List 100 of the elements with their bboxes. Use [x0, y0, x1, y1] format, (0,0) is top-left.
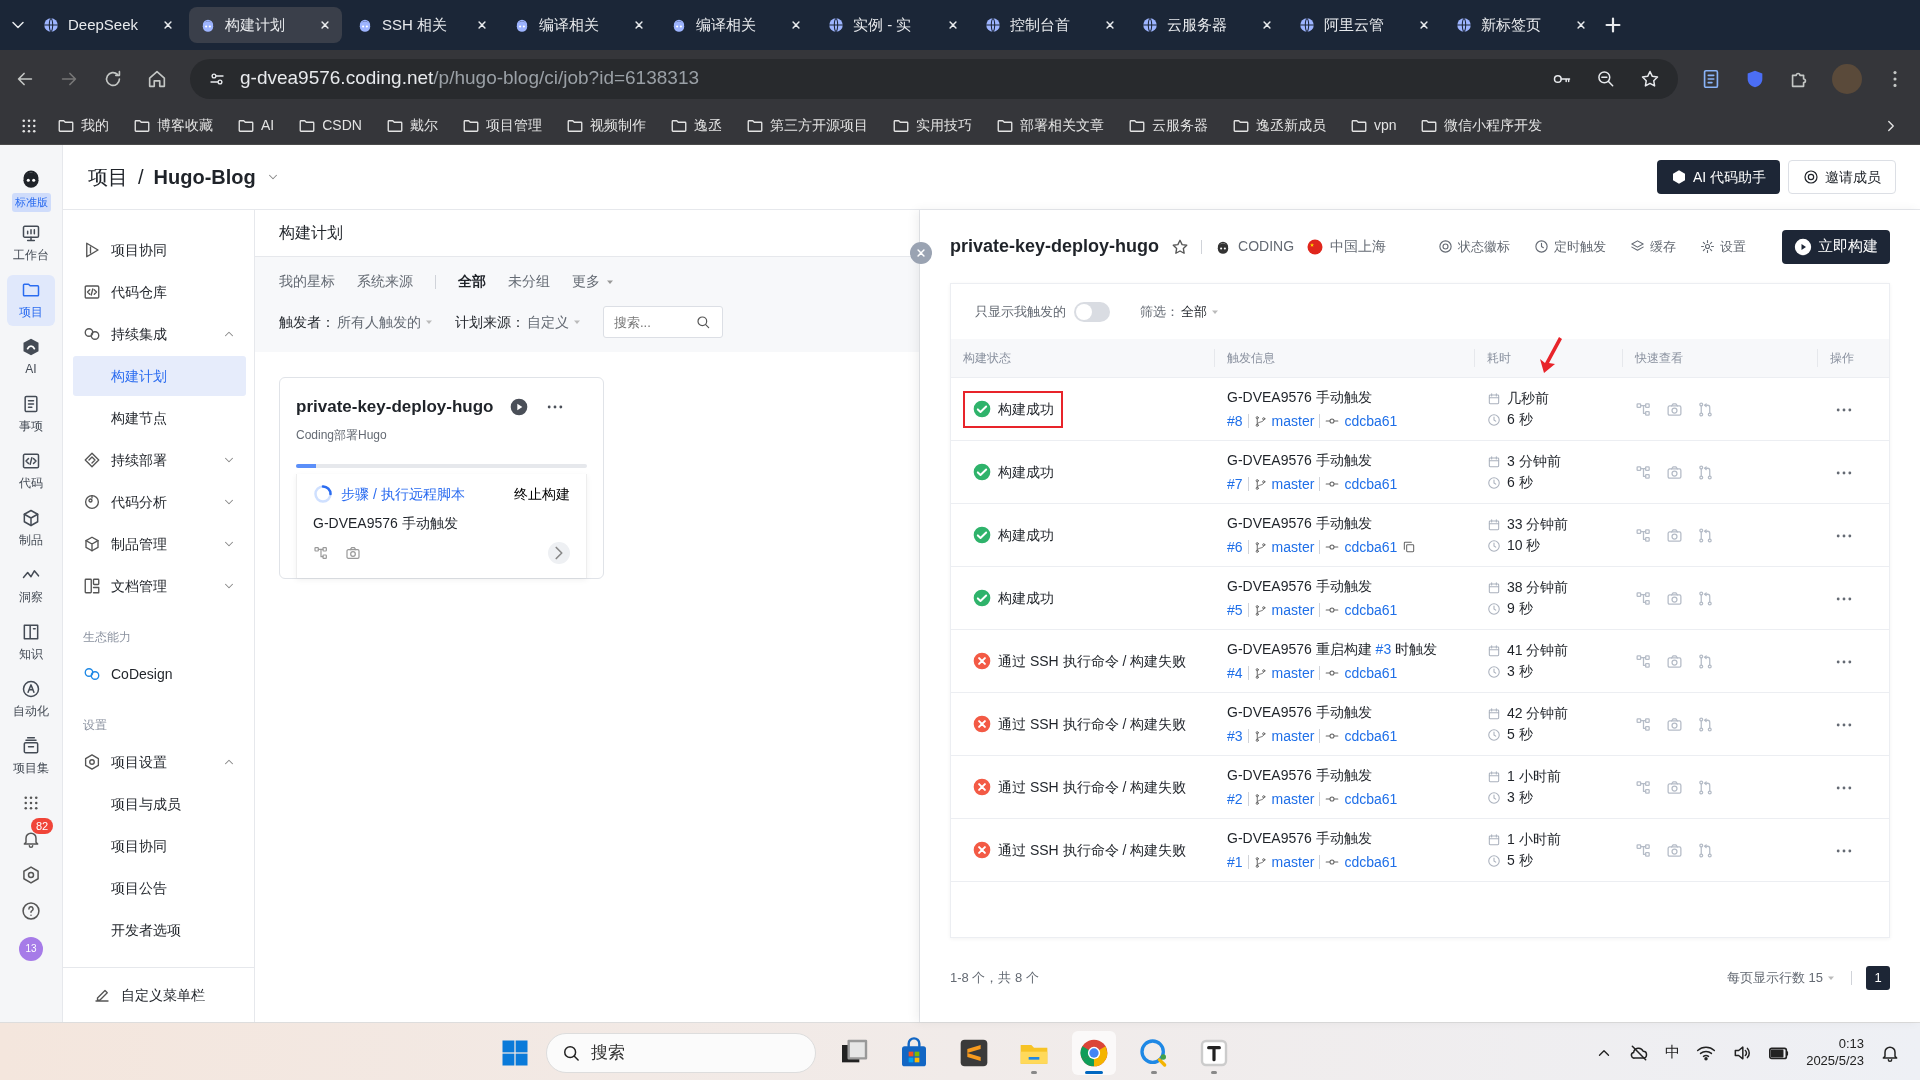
bookmark[interactable]: 第三方开源项目	[740, 113, 873, 138]
build-link[interactable]: #3	[1375, 640, 1392, 657]
commit-link[interactable]: cdcba61	[1344, 473, 1398, 495]
browser-tab[interactable]: 构建计划	[189, 7, 342, 43]
breadcrumb-item[interactable]: 项目	[88, 162, 128, 192]
close-icon[interactable]	[475, 18, 489, 32]
nav-subitem[interactable]: 构建节点	[73, 398, 246, 438]
assistant-button[interactable]: AI 代码助手	[1656, 160, 1780, 194]
close-icon[interactable]	[1103, 18, 1117, 32]
close-icon[interactable]	[789, 18, 803, 32]
commit-link[interactable]: cdcba61	[1344, 788, 1398, 810]
page-button[interactable]: 1	[1866, 966, 1890, 990]
browser-tab[interactable]: DeepSeek	[32, 7, 185, 43]
filter-tab[interactable]: 全部	[458, 271, 486, 292]
build-number[interactable]: #8	[1227, 410, 1243, 432]
commit-link[interactable]: cdcba61	[1344, 662, 1398, 684]
build-now-button[interactable]: 立即构建	[1782, 229, 1890, 264]
nav-item[interactable]: 代码仓库	[73, 272, 246, 312]
close-icon[interactable]	[946, 18, 960, 32]
copy-icon[interactable]	[1402, 540, 1417, 554]
bookmark-star-icon[interactable]	[1640, 68, 1660, 89]
address-bar[interactable]: g-dvea9576.coding.net/p/hugo-blog/ci/job?id=6138313	[190, 58, 1678, 99]
nav-item[interactable]: 持续部署	[73, 440, 246, 480]
clock-time[interactable]: 0:13	[1838, 1035, 1864, 1053]
bookmark[interactable]: 逸丞	[664, 113, 727, 138]
branch-link[interactable]: master	[1271, 851, 1315, 873]
rail-item[interactable]: 自动化	[7, 673, 55, 725]
filter-tab[interactable]: 更多	[572, 271, 616, 292]
browser-tab[interactable]: 阿里云管	[1288, 7, 1441, 43]
build-number[interactable]: #5	[1227, 599, 1243, 621]
close-icon[interactable]	[318, 18, 332, 32]
rail-item[interactable]: AI	[7, 331, 55, 383]
browser-tab[interactable]: 编译相关	[503, 7, 656, 43]
build-number[interactable]: #7	[1227, 473, 1243, 495]
camera-icon[interactable]	[345, 544, 361, 561]
nav-item[interactable]: 持续集成	[73, 314, 246, 354]
rail-item[interactable]: 工作台	[7, 217, 55, 269]
job-card[interactable]: private-key-deploy-hugo Coding部署Hugo 步骤 / 执行远程脚本 终止构建 G-DVEA9576 手动触发	[279, 377, 604, 579]
rail-item[interactable]: 项目集	[7, 730, 55, 782]
nav-item[interactable]: 项目协同	[73, 230, 246, 270]
close-icon[interactable]	[1574, 18, 1588, 32]
run-icon[interactable]	[509, 396, 530, 417]
commit-link[interactable]: cdcba61	[1344, 599, 1398, 621]
bookmark[interactable]: 逸丞新成员	[1226, 113, 1331, 138]
stop-build-button[interactable]: 终止构建	[514, 483, 570, 505]
breadcrumb-item[interactable]: Hugo-Blog	[153, 162, 256, 192]
bookmark[interactable]: 微信小程序开发	[1415, 113, 1548, 138]
nav-item[interactable]: 文档管理	[73, 566, 246, 606]
branch-link[interactable]: master	[1271, 725, 1315, 747]
toolbar-link[interactable]: 缓存	[1626, 236, 1680, 257]
bookmark[interactable]: 博客收藏	[128, 113, 218, 138]
nav-subitem[interactable]: 开发者选项	[73, 910, 246, 950]
input-method[interactable]: 中	[1665, 1041, 1681, 1064]
nav-subitem[interactable]: 项目公告	[73, 868, 246, 908]
step-link[interactable]: 步骤 / 执行远程脚本	[341, 483, 465, 505]
filter-tab[interactable]: 系统来源	[357, 271, 413, 292]
build-number[interactable]: #6	[1227, 536, 1243, 558]
browser-tab[interactable]: 控制台首	[974, 7, 1127, 43]
bookmark[interactable]: 实用技巧	[886, 113, 977, 138]
branch-link[interactable]: master	[1271, 599, 1315, 621]
close-icon[interactable]	[1417, 18, 1431, 32]
help-icon[interactable]	[21, 900, 41, 921]
nav-item[interactable]: 制品管理	[73, 524, 246, 564]
toggle-switch[interactable]	[1074, 301, 1110, 322]
page-size-select[interactable]: 每页显示行数 15	[1726, 968, 1837, 988]
bookmark[interactable]: 戴尔	[380, 113, 443, 138]
bookmark[interactable]: 视频制作	[560, 113, 651, 138]
clock-date[interactable]: 2025/5/23	[1806, 1052, 1864, 1070]
search-field[interactable]: 搜索...	[603, 306, 723, 338]
status-filter[interactable]: 筛选：全部	[1140, 301, 1221, 322]
nav-item[interactable]: 项目设置	[73, 742, 246, 782]
bookmark[interactable]: 项目管理	[456, 113, 547, 138]
rail-item[interactable]: 事项	[7, 388, 55, 440]
commit-link[interactable]: cdcba61	[1344, 536, 1398, 558]
rail-item[interactable]: 制品	[7, 502, 55, 554]
close-icon[interactable]	[161, 18, 175, 32]
invite-button[interactable]: 邀请成员	[1788, 160, 1896, 194]
toolbar-link[interactable]: 状态徽标	[1434, 236, 1514, 257]
commit-link[interactable]: cdcba61	[1344, 851, 1398, 873]
build-number[interactable]: #4	[1227, 662, 1243, 684]
browser-tab[interactable]: 编译相关	[660, 7, 813, 43]
rail-item[interactable]: 代码	[7, 445, 55, 497]
build-number[interactable]: #1	[1227, 851, 1243, 873]
rail-item[interactable]: 洞察	[7, 559, 55, 611]
bookmark[interactable]: 我的	[52, 113, 114, 138]
commit-link[interactable]: cdcba61	[1344, 410, 1398, 432]
close-icon[interactable]	[1260, 18, 1274, 32]
flow-icon[interactable]	[313, 544, 329, 561]
taskbar-search[interactable]: 搜索	[545, 1032, 816, 1073]
browser-tab[interactable]: SSH 相关	[346, 7, 499, 43]
rail-item[interactable]: 知识	[7, 616, 55, 668]
toolbar-link[interactable]: 设置	[1696, 236, 1750, 257]
branch-link[interactable]: master	[1271, 536, 1315, 558]
branch-link[interactable]: master	[1271, 473, 1315, 495]
bookmark[interactable]: vpn	[1344, 113, 1402, 138]
bookmark[interactable]: CSDN	[293, 113, 367, 138]
expand-icon[interactable]	[548, 541, 570, 564]
bookmark[interactable]: 云服务器	[1122, 113, 1213, 138]
rail-item[interactable]: 项目	[7, 274, 55, 326]
toolbar-link[interactable]: 定时触发	[1530, 236, 1610, 257]
